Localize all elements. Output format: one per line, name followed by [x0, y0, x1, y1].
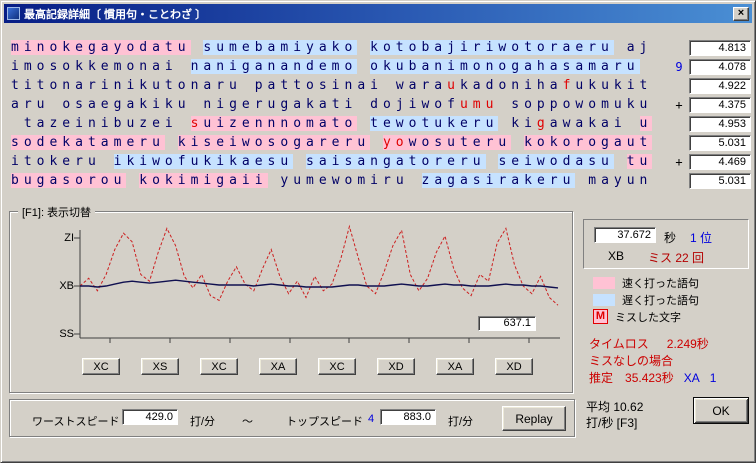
top-speed-label: トップスピード: [286, 416, 363, 428]
miss-char-swatch: M: [593, 309, 608, 324]
window-title: 最高記録詳細〔 慣用句・ことわざ 〕: [24, 8, 207, 21]
typing-row-text: titonarinikutonaru pattosinai waraukadon…: [11, 78, 653, 93]
legend-item: M ミスした文字: [593, 309, 681, 324]
result-stats-box: 37.672 秒 1 位 XB ミス 22 回: [583, 219, 749, 269]
timeloss-label: タイムロス: [589, 337, 649, 351]
lap-rank-button[interactable]: XD: [377, 358, 415, 375]
top-speed-value: 883.0: [380, 409, 436, 425]
miss-count: ミス 22 回: [648, 251, 705, 265]
typing-row-text: itokeru ikiwofukikaesu saisangatoreru se…: [11, 154, 653, 169]
estimate-label: 推定: [589, 371, 614, 385]
rank-code: XB: [608, 249, 625, 263]
highlight-swatch: [593, 293, 615, 306]
speed-groupbox: ワーストスピード 429.0 打/分 ～ トップスピード 4 883.0 打/分…: [9, 399, 575, 437]
estimate-rank: XA: [683, 371, 700, 385]
worst-speed-label: ワーストスピード: [32, 416, 120, 428]
typing-row-text: sodekatameru kiseiwosogareru yowosuteru …: [11, 135, 653, 150]
row-time-box: 4.953: [689, 116, 751, 132]
average-unit-text: 打/秒 [F3]: [586, 416, 638, 430]
worst-speed-unit: 打/分: [190, 416, 216, 428]
rank-place: 1 位: [690, 231, 713, 245]
y-axis-label-xb: XB: [59, 280, 74, 292]
typing-row: minokegayodatu sumebamiyako kotobajiriwo…: [9, 39, 753, 58]
app-icon: [7, 7, 20, 20]
typing-row-text: tazeinibuzei suizennnomato tewotukeru ki…: [23, 116, 653, 131]
total-time-box: 37.672: [594, 227, 656, 243]
y-axis-label-zi: ZI: [64, 232, 74, 244]
lap-rank-button[interactable]: XA: [436, 358, 474, 375]
typing-row-text: aru osaegakiku nigerugakati dojiwofumu s…: [11, 97, 653, 112]
worst-speed-value: 429.0: [122, 409, 178, 425]
tilde-separator: ～: [242, 416, 253, 428]
ok-button[interactable]: OK: [693, 397, 749, 424]
y-axis-label-ss: SS: [59, 328, 74, 340]
row-flag: 9: [675, 60, 683, 74]
timeloss-line: タイムロス 2.249秒: [589, 335, 709, 352]
dialog-window: 最高記録詳細〔 慣用句・ことわざ 〕 × minokegayodatu sume…: [0, 0, 756, 463]
top-speed-unit: 打/分: [448, 416, 474, 428]
row-flag: +: [675, 155, 683, 169]
typing-row: itokeru ikiwofukikaesu saisangatoreru se…: [9, 153, 753, 172]
lap-rank-button[interactable]: XC: [200, 358, 238, 375]
estimate-place: 1: [709, 371, 717, 385]
title-bar[interactable]: 最高記録詳細〔 慣用句・ことわざ 〕 ×: [4, 4, 752, 23]
nomiss-line: ミスなしの場合: [589, 352, 673, 369]
graph-groupbox-label: [F1]: 表示切替: [18, 204, 96, 220]
lap-rank-button[interactable]: XC: [82, 358, 120, 375]
row-time-box: 4.813: [689, 40, 751, 56]
replay-button[interactable]: Replay: [502, 406, 566, 431]
typing-row-text: minokegayodatu sumebamiyako kotobajiriwo…: [11, 40, 653, 55]
row-time-box: 5.031: [689, 173, 751, 189]
typing-row: imosokkemonai naniganandemo okubanimonog…: [9, 58, 753, 77]
lap-rank-button[interactable]: XS: [141, 358, 179, 375]
seconds-unit: 秒: [664, 231, 677, 245]
typing-row: tazeinibuzei suizennnomato tewotukeru ki…: [9, 115, 753, 134]
timeloss-value: 2.249秒: [666, 337, 709, 351]
legend-label: 速く打った語句: [622, 277, 699, 290]
legend-label: ミスした文字: [615, 311, 681, 324]
typing-row: sodekatameru kiseiwosogareru yowosuteru …: [9, 134, 753, 153]
row-time-box: 4.078: [689, 59, 751, 75]
row-time-box: 4.469: [689, 154, 751, 170]
nomiss-label: ミスなしの場合: [589, 354, 674, 368]
lap-rank-button[interactable]: XC: [318, 358, 356, 375]
legend-label: 遅く打った語句: [622, 294, 699, 307]
highlight-swatch: [593, 276, 615, 289]
close-icon[interactable]: ×: [733, 6, 749, 21]
typing-row-text: imosokkemonai naniganandemo okubanimonog…: [11, 59, 640, 74]
row-time-box: 4.922: [689, 78, 751, 94]
estimate-line: 推定 35.423秒 XA 1: [589, 369, 716, 386]
graph-value-box: 637.1: [478, 316, 536, 331]
legend-item: 速く打った語句: [593, 275, 699, 290]
typing-row: aru osaegakiku nigerugakati dojiwofumu s…: [9, 96, 753, 115]
row-time-box: 4.375: [689, 97, 751, 113]
graph-groupbox: [F1]: 表示切替 ZI XB SS 637.1 XC XS XC XA XC XD XA…: [9, 204, 573, 393]
instant-speed-line: [79, 224, 559, 306]
average-speed-text: 平均 10.62: [586, 400, 644, 414]
row-flag: +: [675, 98, 683, 112]
average-speed-line: [80, 279, 559, 289]
lap-rank-button[interactable]: XD: [495, 358, 533, 375]
top-speed-count: 4: [368, 413, 375, 425]
row-time-box: 5.031: [689, 135, 751, 151]
estimate-value: 35.423秒: [625, 371, 674, 385]
typing-row: titonarinikutonaru pattosinai waraukadon…: [9, 77, 753, 96]
typing-row: bugasorou kokimigaii yumewomiru zagasira…: [9, 172, 753, 191]
legend-item: 遅く打った語句: [593, 292, 699, 307]
lap-rank-button[interactable]: XA: [259, 358, 297, 375]
typing-row-text: bugasorou kokimigaii yumewomiru zagasira…: [11, 173, 653, 188]
